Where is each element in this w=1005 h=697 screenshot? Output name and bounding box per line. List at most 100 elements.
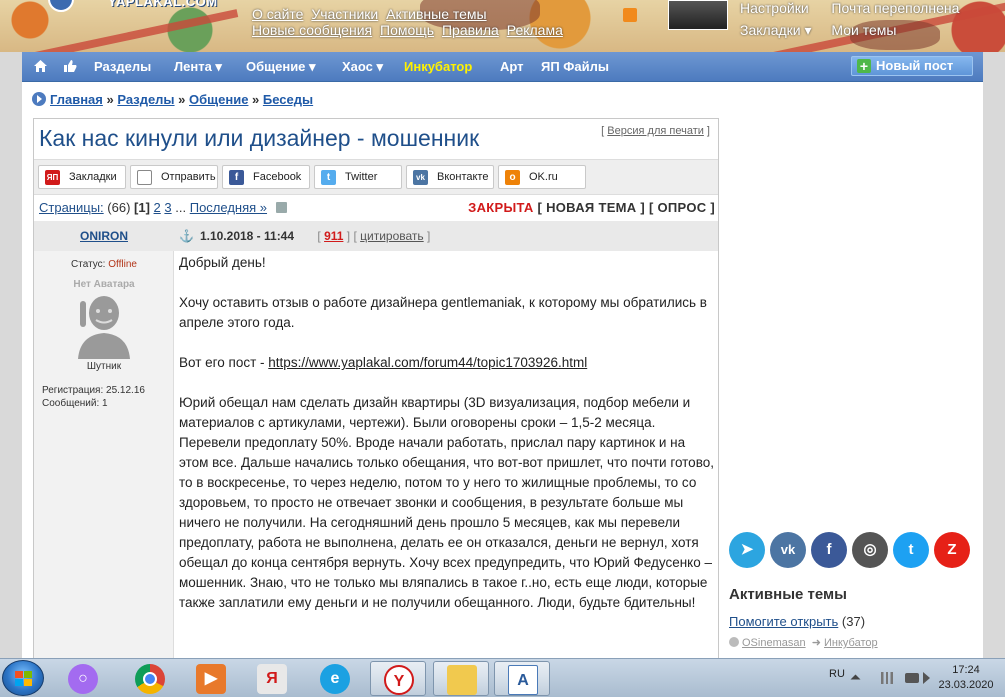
menu-mail[interactable]: Почта переполнена xyxy=(831,0,959,19)
post-paragraph: Добрый день! xyxy=(179,255,266,270)
active-topic-section[interactable]: Инкубатор xyxy=(824,637,878,649)
menu-bookmarks[interactable]: Закладки ▾ xyxy=(740,19,812,41)
taskbar-explorer[interactable] xyxy=(433,661,489,696)
nav-chaos[interactable]: Хаос ▾ xyxy=(342,59,383,75)
anchor-icon[interactable]: ⚓ xyxy=(179,229,194,243)
page-3[interactable]: 3 xyxy=(164,200,171,215)
rss-icon[interactable] xyxy=(623,8,637,22)
default-avatar-icon xyxy=(78,296,130,359)
thumbs-up-icon[interactable] xyxy=(63,59,77,73)
instagram-icon[interactable]: ◎ xyxy=(852,532,888,568)
quote-link[interactable]: цитировать xyxy=(360,229,424,243)
show-hidden-icons-icon[interactable] xyxy=(850,674,861,680)
telegram-icon[interactable]: ➤ xyxy=(729,532,765,568)
new-post-button[interactable]: + Новый пост xyxy=(851,56,973,76)
twitter-icon[interactable]: t xyxy=(893,532,929,568)
battery-icon[interactable] xyxy=(905,673,919,683)
nav-sections[interactable]: Разделы xyxy=(94,59,151,74)
zen-icon[interactable]: Z xyxy=(934,532,970,568)
play-circle-icon xyxy=(32,92,46,106)
user-avatar[interactable] xyxy=(668,0,728,30)
taskbar-wordpad[interactable]: A xyxy=(494,661,550,696)
alice-icon: ○ xyxy=(68,664,98,694)
taskbar-ie[interactable]: e xyxy=(307,661,363,696)
vk-icon[interactable]: vk xyxy=(770,532,806,568)
banner-decoration xyxy=(1,9,239,52)
share-bookmarks-button[interactable]: ЯП Закладки xyxy=(38,165,126,189)
active-topic-link[interactable]: Помогите открыть xyxy=(729,614,838,629)
page-last[interactable]: Последняя » xyxy=(190,200,267,215)
print-version-link[interactable]: Версия для печати xyxy=(607,125,704,137)
menu-my-topics[interactable]: Мои темы xyxy=(831,19,959,41)
site-logo[interactable]: YAPLAKAL.COM xyxy=(108,0,218,9)
menu-settings[interactable]: Настройки xyxy=(740,0,812,19)
link-ads[interactable]: Реклама xyxy=(507,22,563,38)
breadcrumb-talks[interactable]: Беседы xyxy=(263,92,313,107)
pages-label[interactable]: Страницы: xyxy=(39,200,104,215)
link-active-topics[interactable]: Активные темы xyxy=(386,6,487,22)
volume-icon[interactable] xyxy=(923,672,930,684)
logo-icon[interactable] xyxy=(48,0,74,12)
nav-files[interactable]: ЯП Файлы xyxy=(541,59,609,74)
link-rules[interactable]: Правила xyxy=(442,22,499,38)
pages-count: (66) xyxy=(107,200,131,215)
share-label: Отправить xyxy=(161,171,216,183)
post-rating[interactable]: 911 xyxy=(324,229,343,243)
language-indicator[interactable]: RU xyxy=(829,668,845,680)
link-about[interactable]: О сайте xyxy=(252,6,303,22)
taskbar-media[interactable]: ▶ xyxy=(183,661,239,696)
share-send-button[interactable]: Отправить xyxy=(130,165,218,189)
page-content: Главная » Разделы » Общение » Беседы Как… xyxy=(22,82,983,658)
clock-date: 23.03.2020 xyxy=(938,679,994,691)
poll-button[interactable]: [ ОПРОС ] xyxy=(649,200,715,215)
nav-art[interactable]: Арт xyxy=(500,59,524,74)
link-help[interactable]: Помощь xyxy=(380,22,434,38)
network-signal-icon[interactable] xyxy=(881,672,893,684)
post-header: ONIRON ⚓ 1.10.2018 - 11:44 [ 911 ] [ цити… xyxy=(34,221,718,251)
topic-actions: ЗАКРЫТА [ НОВАЯ ТЕМА ] [ ОПРОС ] xyxy=(468,200,715,215)
breadcrumb-communication[interactable]: Общение xyxy=(189,92,248,107)
nav-communication[interactable]: Общение ▾ xyxy=(246,59,316,75)
post-body: Добрый день! Хочу оставить отзыв о работ… xyxy=(179,253,714,633)
user-icon xyxy=(729,637,739,647)
new-topic-button[interactable]: [ НОВАЯ ТЕМА ] xyxy=(538,200,646,215)
folder-icon xyxy=(447,665,477,695)
start-button[interactable] xyxy=(2,660,44,696)
share-vk-button[interactable]: vk Вконтакте xyxy=(406,165,494,189)
active-topic-author[interactable]: OSinemasan xyxy=(742,637,806,649)
taskbar-yandex-browser[interactable]: Y xyxy=(370,661,426,696)
nav-feed[interactable]: Лента ▾ xyxy=(174,59,222,75)
post-paragraph: Юрий обещал нам сделать дизайн квартиры … xyxy=(179,395,714,610)
taskbar-chrome[interactable] xyxy=(122,661,178,696)
clock-time: 17:24 xyxy=(952,664,980,676)
author-name[interactable]: ONIRON xyxy=(34,229,174,243)
status-label: Статус: xyxy=(71,259,106,270)
share-label: OK.ru xyxy=(529,171,558,183)
share-label: Facebook xyxy=(253,171,302,183)
clock[interactable]: 17:24 23.03.2020 xyxy=(935,663,997,693)
link-members[interactable]: Участники xyxy=(311,6,378,22)
dropdown-icon[interactable] xyxy=(275,202,287,213)
author-panel: Статус: Offline Нет Аватара Шутник Регис… xyxy=(34,251,174,658)
taskbar-alice[interactable]: ○ xyxy=(55,661,111,696)
breadcrumb-home[interactable]: Главная xyxy=(50,92,103,107)
site-banner: YAPLAKAL.COM О сайте Участники Активные … xyxy=(0,0,1005,52)
taskbar-yandex-alt[interactable]: Я xyxy=(244,661,300,696)
post-link[interactable]: https://www.yaplakal.com/forum44/topic17… xyxy=(268,355,587,370)
nav-incubator[interactable]: Инкубатор xyxy=(404,59,472,74)
share-facebook-button[interactable]: f Facebook xyxy=(222,165,310,189)
post-meta: ⚓ 1.10.2018 - 11:44 [ 911 ] [ цитировать … xyxy=(179,229,431,243)
active-topic-meta: OSinemasan ➜ Инкубатор xyxy=(729,636,878,649)
home-icon[interactable] xyxy=(34,60,47,72)
share-twitter-button[interactable]: t Twitter xyxy=(314,165,402,189)
share-ok-button[interactable]: o OK.ru xyxy=(498,165,586,189)
page-2[interactable]: 2 xyxy=(154,200,161,215)
facebook-icon[interactable]: f xyxy=(811,532,847,568)
main-nav: Разделы Лента ▾ Общение ▾ Хаос ▾ Инкубат… xyxy=(22,52,983,82)
link-new-messages[interactable]: Новые сообщения xyxy=(252,22,372,38)
breadcrumb-sections[interactable]: Разделы xyxy=(117,92,174,107)
topic-title: Как нас кинули или дизайнер - мошенник xyxy=(39,125,480,151)
windows-logo-icon xyxy=(15,671,33,687)
author-rank: Шутник xyxy=(86,361,122,372)
yandex-browser-icon: Y xyxy=(384,665,414,695)
